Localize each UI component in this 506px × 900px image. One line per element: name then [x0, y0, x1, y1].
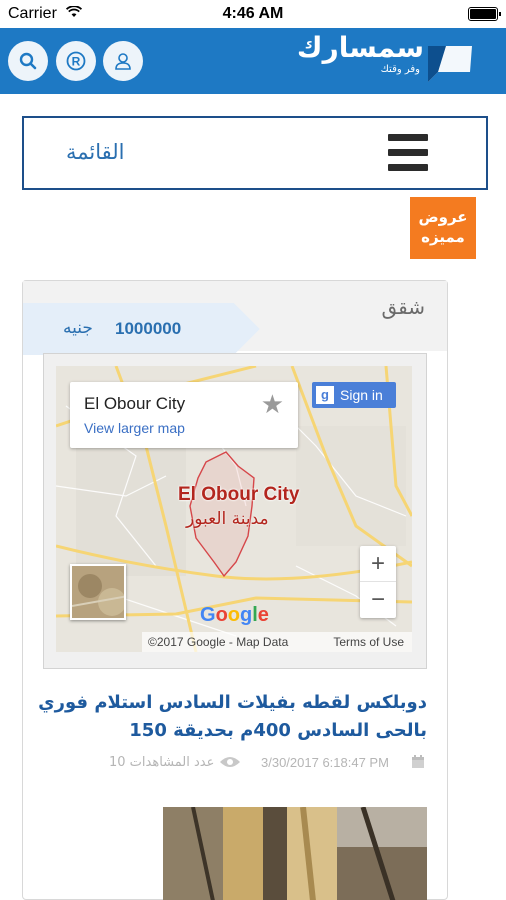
map-card-title: El Obour City	[84, 394, 186, 413]
price-currency: جنيه	[63, 318, 93, 338]
sign-in-label: Sign in	[340, 387, 383, 403]
google-logo: Google	[200, 604, 269, 626]
map-view[interactable]: El Obour City View larger map ★ g Sign i…	[56, 366, 412, 652]
search-button[interactable]	[8, 41, 48, 81]
registered-icon: R	[66, 51, 86, 71]
register-button[interactable]: R	[56, 41, 96, 81]
clock: 4:46 AM	[222, 5, 284, 22]
satellite-toggle[interactable]	[70, 564, 126, 620]
battery-icon	[468, 7, 501, 21]
map-info-card: El Obour City View larger map ★	[70, 382, 298, 448]
star-icon[interactable]: ★	[261, 390, 284, 420]
map-city-label-en: El Obour City	[178, 484, 300, 505]
listing-meta: عدد المشاهدات 10 3/30/2017 6:18:47 PM	[23, 751, 447, 775]
listing-photo-image	[163, 807, 427, 900]
eye-icon	[220, 757, 240, 767]
listing-title[interactable]: دوبلكس لقطه بفيلات السادس استلام فوري با…	[37, 689, 427, 745]
logo-tagline: وفر وقتك	[380, 64, 420, 75]
app-screen: Carrier 4:46 AM R سمسارك وفر وقتك القائم…	[0, 0, 506, 900]
price-tag: 1000000 جنيه	[23, 303, 285, 355]
views-count: عدد المشاهدات 10	[109, 755, 215, 770]
listing-photo[interactable]	[163, 807, 427, 900]
zoom-out-button[interactable]: −	[360, 582, 396, 618]
satellite-thumbnail	[72, 566, 124, 618]
calendar-icon	[412, 755, 424, 768]
view-larger-map-link[interactable]: View larger map	[84, 420, 185, 436]
zoom-control: + −	[360, 546, 396, 618]
hamburger-icon[interactable]	[388, 134, 428, 172]
listing-category: شقق	[381, 295, 425, 319]
map-terms-link[interactable]: Terms of Use	[333, 635, 404, 649]
menu-label: القائمة	[66, 140, 125, 164]
listing-date: 3/30/2017 6:18:47 PM	[261, 755, 389, 770]
listing-card: شقق 1000000 جنيه El Obour City View larg…	[22, 280, 448, 900]
svg-text:R: R	[72, 55, 81, 69]
map-footer: ©2017 Google - Map Data Terms of Use	[142, 632, 412, 652]
map-city-label-ar: مدينة العبور	[186, 509, 269, 529]
status-bar: Carrier 4:46 AM	[0, 0, 506, 28]
search-icon	[19, 52, 37, 70]
zoom-in-button[interactable]: +	[360, 546, 396, 582]
app-logo[interactable]: سمسارك وفر وقتك	[297, 32, 424, 76]
google-g-icon: g	[316, 386, 334, 404]
user-icon	[115, 53, 131, 70]
map-frame: El Obour City View larger map ★ g Sign i…	[43, 353, 427, 669]
price-value: 1000000	[115, 319, 182, 338]
map-copyright: ©2017 Google - Map Data	[148, 635, 289, 649]
account-button[interactable]	[103, 41, 143, 81]
logo-text: سمسارك	[296, 31, 424, 64]
menu-bar[interactable]: القائمة	[22, 116, 488, 190]
featured-offers-button[interactable]: عروض مميزه	[410, 197, 476, 259]
map-sign-in-button[interactable]: g Sign in	[312, 382, 396, 408]
app-header: R سمسارك وفر وقتك	[0, 28, 506, 94]
logo-mark-icon	[428, 46, 472, 82]
